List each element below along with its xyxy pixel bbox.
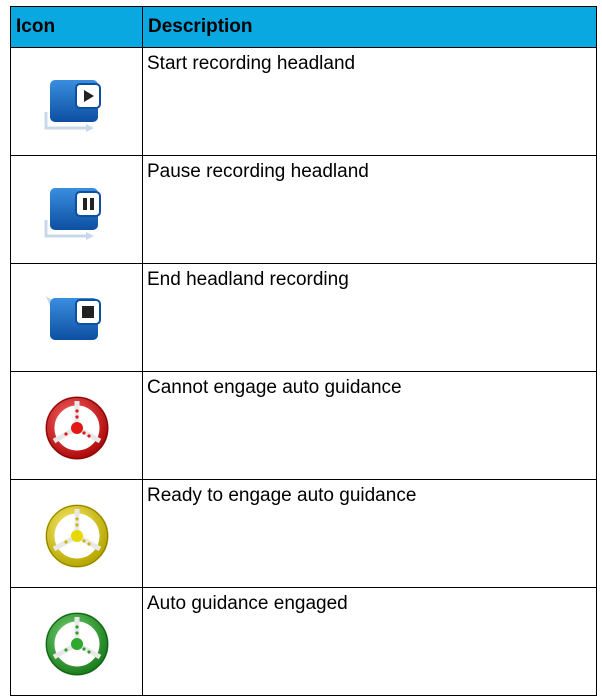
table-row: Pause recording headland xyxy=(10,155,597,264)
table-row: Auto guidance engaged xyxy=(10,587,597,696)
table-row: Cannot engage auto guidance xyxy=(10,371,597,480)
icon-description-table-wrapper: Icon Description Start recording headlan… xyxy=(10,6,597,696)
icon-cell xyxy=(10,155,143,264)
description-cell: End headland recording xyxy=(142,263,597,372)
description-cell: Cannot engage auto guidance xyxy=(142,371,597,480)
icon-description-table: Icon Description Start recording headlan… xyxy=(10,6,597,696)
icon-cell xyxy=(10,371,143,480)
description-cell: Ready to engage auto guidance xyxy=(142,479,597,588)
table-row: End headland recording xyxy=(10,263,597,372)
table-header-row: Icon Description xyxy=(10,6,597,48)
start-recording-headland-icon xyxy=(44,79,101,132)
description-cell: Pause recording headland xyxy=(142,155,597,264)
table-row: Ready to engage auto guidance xyxy=(10,479,597,588)
steering-wheel-yellow-icon xyxy=(45,504,108,567)
icon-cell xyxy=(10,263,143,372)
icon-cell xyxy=(10,479,143,588)
description-cell: Start recording headland xyxy=(142,47,597,156)
header-icon: Icon xyxy=(10,6,143,48)
steering-wheel-green-icon xyxy=(45,612,108,675)
end-headland-recording-icon xyxy=(45,295,101,340)
table-row: Start recording headland xyxy=(10,47,597,156)
steering-wheel-red-icon xyxy=(45,396,108,459)
description-cell: Auto guidance engaged xyxy=(142,587,597,696)
icon-cell xyxy=(10,587,143,696)
icon-cell xyxy=(10,47,143,156)
pause-recording-headland-icon xyxy=(44,187,101,240)
header-description: Description xyxy=(142,6,597,48)
